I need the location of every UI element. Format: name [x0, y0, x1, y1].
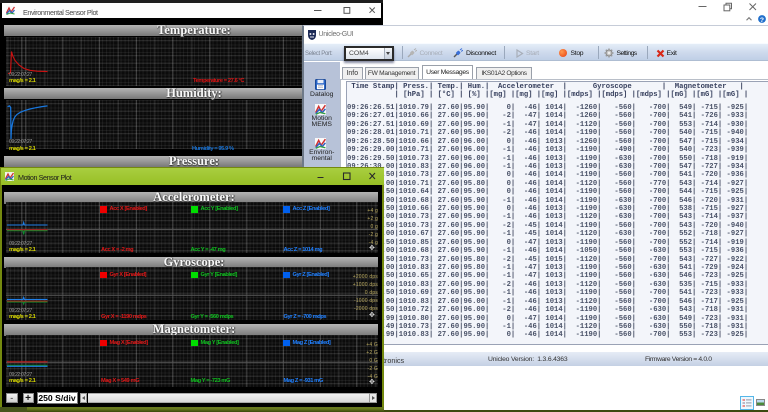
svg-text:?: ?: [760, 17, 764, 24]
